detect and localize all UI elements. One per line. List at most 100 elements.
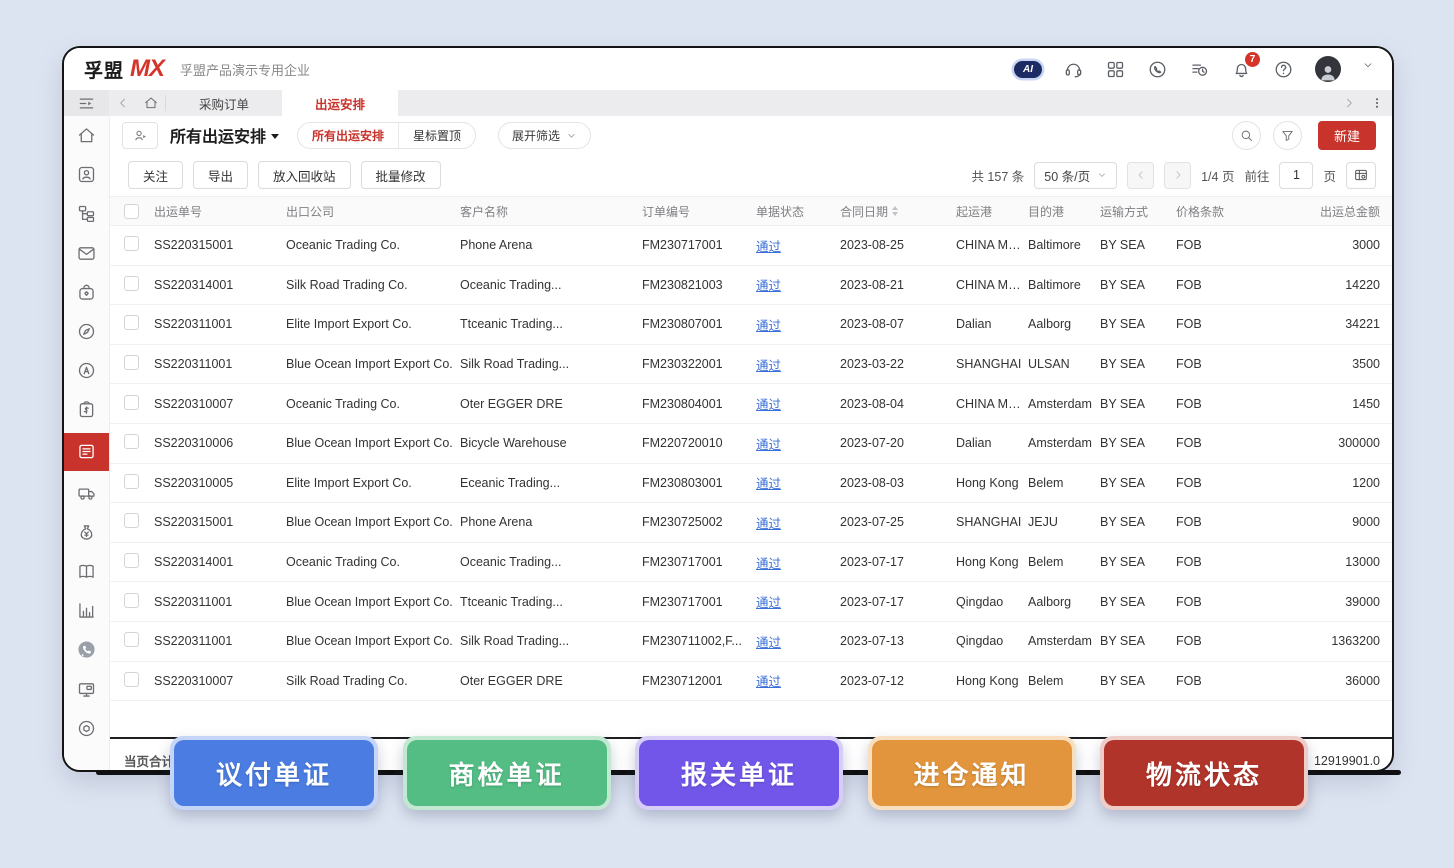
- prev-page-button[interactable]: [1127, 162, 1154, 189]
- row-checkbox[interactable]: [124, 355, 139, 370]
- status-link[interactable]: 通过: [756, 517, 781, 531]
- row-checkbox[interactable]: [124, 315, 139, 330]
- col-contract-date[interactable]: 合同日期: [838, 203, 954, 220]
- table-row[interactable]: SS220311001 Blue Ocean Import Export Co.…: [110, 345, 1392, 385]
- col-order-no[interactable]: 订单编号: [640, 203, 754, 220]
- flow-button[interactable]: 商检单证: [407, 740, 607, 806]
- table-row[interactable]: SS220315001 Blue Ocean Import Export Co.…: [110, 503, 1392, 543]
- sidebar-item-shipping-docs[interactable]: [64, 433, 109, 471]
- status-link[interactable]: 通过: [756, 438, 781, 452]
- avatar-chevron-down-icon[interactable]: [1362, 59, 1374, 80]
- col-transport[interactable]: 运输方式: [1098, 203, 1174, 220]
- row-checkbox[interactable]: [124, 434, 139, 449]
- sidebar-item-home[interactable]: [64, 123, 109, 149]
- column-settings-button[interactable]: [1346, 162, 1376, 189]
- export-button[interactable]: 导出: [193, 161, 248, 189]
- col-port-loading[interactable]: 起运港: [954, 203, 1026, 220]
- sidebar-item-logistics[interactable]: [64, 480, 109, 506]
- table-row[interactable]: SS220315001 Oceanic Trading Co. Phone Ar…: [110, 226, 1392, 266]
- row-checkbox[interactable]: [124, 474, 139, 489]
- status-link[interactable]: 通过: [756, 636, 781, 650]
- status-link[interactable]: 通过: [756, 596, 781, 610]
- col-status[interactable]: 单据状态: [754, 203, 838, 220]
- tab-forward-chevron-icon[interactable]: [1336, 96, 1362, 110]
- new-record-button[interactable]: 新建: [1318, 121, 1376, 150]
- history-list-icon[interactable]: [1189, 59, 1210, 80]
- sidebar-item-money[interactable]: [64, 519, 109, 545]
- col-client[interactable]: 客户名称: [458, 203, 640, 220]
- notifications-bell-icon[interactable]: 7: [1231, 59, 1252, 80]
- sidebar-collapse-button[interactable]: [64, 90, 109, 116]
- sidebar-item-discover[interactable]: [64, 319, 109, 345]
- col-exporter[interactable]: 出口公司: [284, 203, 458, 220]
- col-shipment-no[interactable]: 出运单号: [152, 203, 284, 220]
- flow-button[interactable]: 进仓通知: [872, 740, 1072, 806]
- row-checkbox[interactable]: [124, 395, 139, 410]
- tab-shipping-arrangement[interactable]: 出运安排: [282, 90, 398, 116]
- tab-more-dots-icon[interactable]: [1362, 96, 1392, 110]
- ai-assistant-button[interactable]: AI: [1014, 61, 1042, 78]
- row-checkbox[interactable]: [124, 236, 139, 251]
- col-price-terms[interactable]: 价格条款: [1174, 203, 1260, 220]
- status-link[interactable]: 通过: [756, 557, 781, 571]
- batch-edit-button[interactable]: 批量修改: [361, 161, 441, 189]
- tab-purchase-orders[interactable]: 采购订单: [166, 90, 282, 116]
- row-checkbox[interactable]: [124, 513, 139, 528]
- goto-page-input[interactable]: [1279, 162, 1313, 189]
- sidebar-item-business-bag[interactable]: [64, 279, 109, 305]
- sidebar-item-organization[interactable]: [64, 201, 109, 227]
- next-page-button[interactable]: [1164, 162, 1191, 189]
- table-row[interactable]: SS220314001 Oceanic Trading Co. Oceanic …: [110, 543, 1392, 583]
- owner-filter-button[interactable]: [122, 122, 158, 149]
- sidebar-item-settings[interactable]: [64, 715, 109, 741]
- row-checkbox[interactable]: [124, 672, 139, 687]
- status-link[interactable]: 通过: [756, 240, 781, 254]
- filter-button[interactable]: [1273, 121, 1302, 150]
- whatsapp-icon[interactable]: [1147, 59, 1168, 80]
- sidebar-item-contacts[interactable]: [64, 162, 109, 188]
- status-link[interactable]: 通过: [756, 398, 781, 412]
- row-checkbox[interactable]: [124, 593, 139, 608]
- row-checkbox[interactable]: [124, 632, 139, 647]
- table-row[interactable]: SS220310007 Silk Road Trading Co. Oter E…: [110, 662, 1392, 702]
- pill-star-pinned[interactable]: 星标置顶: [398, 123, 475, 148]
- status-link[interactable]: 通过: [756, 319, 781, 333]
- sidebar-item-assistant-a[interactable]: [64, 358, 109, 384]
- col-port-destination[interactable]: 目的港: [1026, 203, 1098, 220]
- table-row[interactable]: SS220311001 Blue Ocean Import Export Co.…: [110, 582, 1392, 622]
- sidebar-item-ledger[interactable]: [64, 558, 109, 584]
- table-row[interactable]: SS220310007 Oceanic Trading Co. Oter EGG…: [110, 384, 1392, 424]
- expand-filters-button[interactable]: 展开筛选: [498, 122, 591, 149]
- page-size-select[interactable]: 50 条/页: [1034, 162, 1117, 189]
- sort-icon[interactable]: [892, 206, 898, 216]
- status-link[interactable]: 通过: [756, 477, 781, 491]
- view-title-dropdown[interactable]: 所有出运安排: [170, 123, 279, 147]
- recycle-bin-button[interactable]: 放入回收站: [258, 161, 351, 189]
- headset-icon[interactable]: [1063, 59, 1084, 80]
- follow-button[interactable]: 关注: [128, 161, 183, 189]
- table-row[interactable]: SS220310005 Elite Import Export Co. Ecea…: [110, 464, 1392, 504]
- sidebar-item-reports[interactable]: [64, 598, 109, 624]
- col-total-amount[interactable]: 出运总金额: [1260, 203, 1394, 220]
- table-row[interactable]: SS220311001 Elite Import Export Co. Ttce…: [110, 305, 1392, 345]
- status-link[interactable]: 通过: [756, 675, 781, 689]
- select-all-checkbox[interactable]: [124, 204, 139, 219]
- help-icon[interactable]: [1273, 59, 1294, 80]
- sidebar-item-whatsapp[interactable]: [64, 637, 109, 663]
- flow-button[interactable]: 物流状态: [1104, 740, 1304, 806]
- status-link[interactable]: 通过: [756, 359, 781, 373]
- table-row[interactable]: SS220310006 Blue Ocean Import Export Co.…: [110, 424, 1392, 464]
- row-checkbox[interactable]: [124, 276, 139, 291]
- flow-button[interactable]: 报关单证: [639, 740, 839, 806]
- flow-button[interactable]: 议付单证: [174, 740, 374, 806]
- tab-back-chevron-icon[interactable]: [110, 96, 136, 110]
- sidebar-item-workstation[interactable]: [64, 676, 109, 702]
- sidebar-item-mail[interactable]: [64, 240, 109, 266]
- tab-home-icon[interactable]: [136, 95, 166, 111]
- search-button[interactable]: [1232, 121, 1261, 150]
- pill-all-shipments[interactable]: 所有出运安排: [298, 123, 398, 148]
- row-checkbox[interactable]: [124, 553, 139, 568]
- table-row[interactable]: SS220311001 Blue Ocean Import Export Co.…: [110, 622, 1392, 662]
- status-link[interactable]: 通过: [756, 279, 781, 293]
- user-avatar[interactable]: [1315, 56, 1341, 82]
